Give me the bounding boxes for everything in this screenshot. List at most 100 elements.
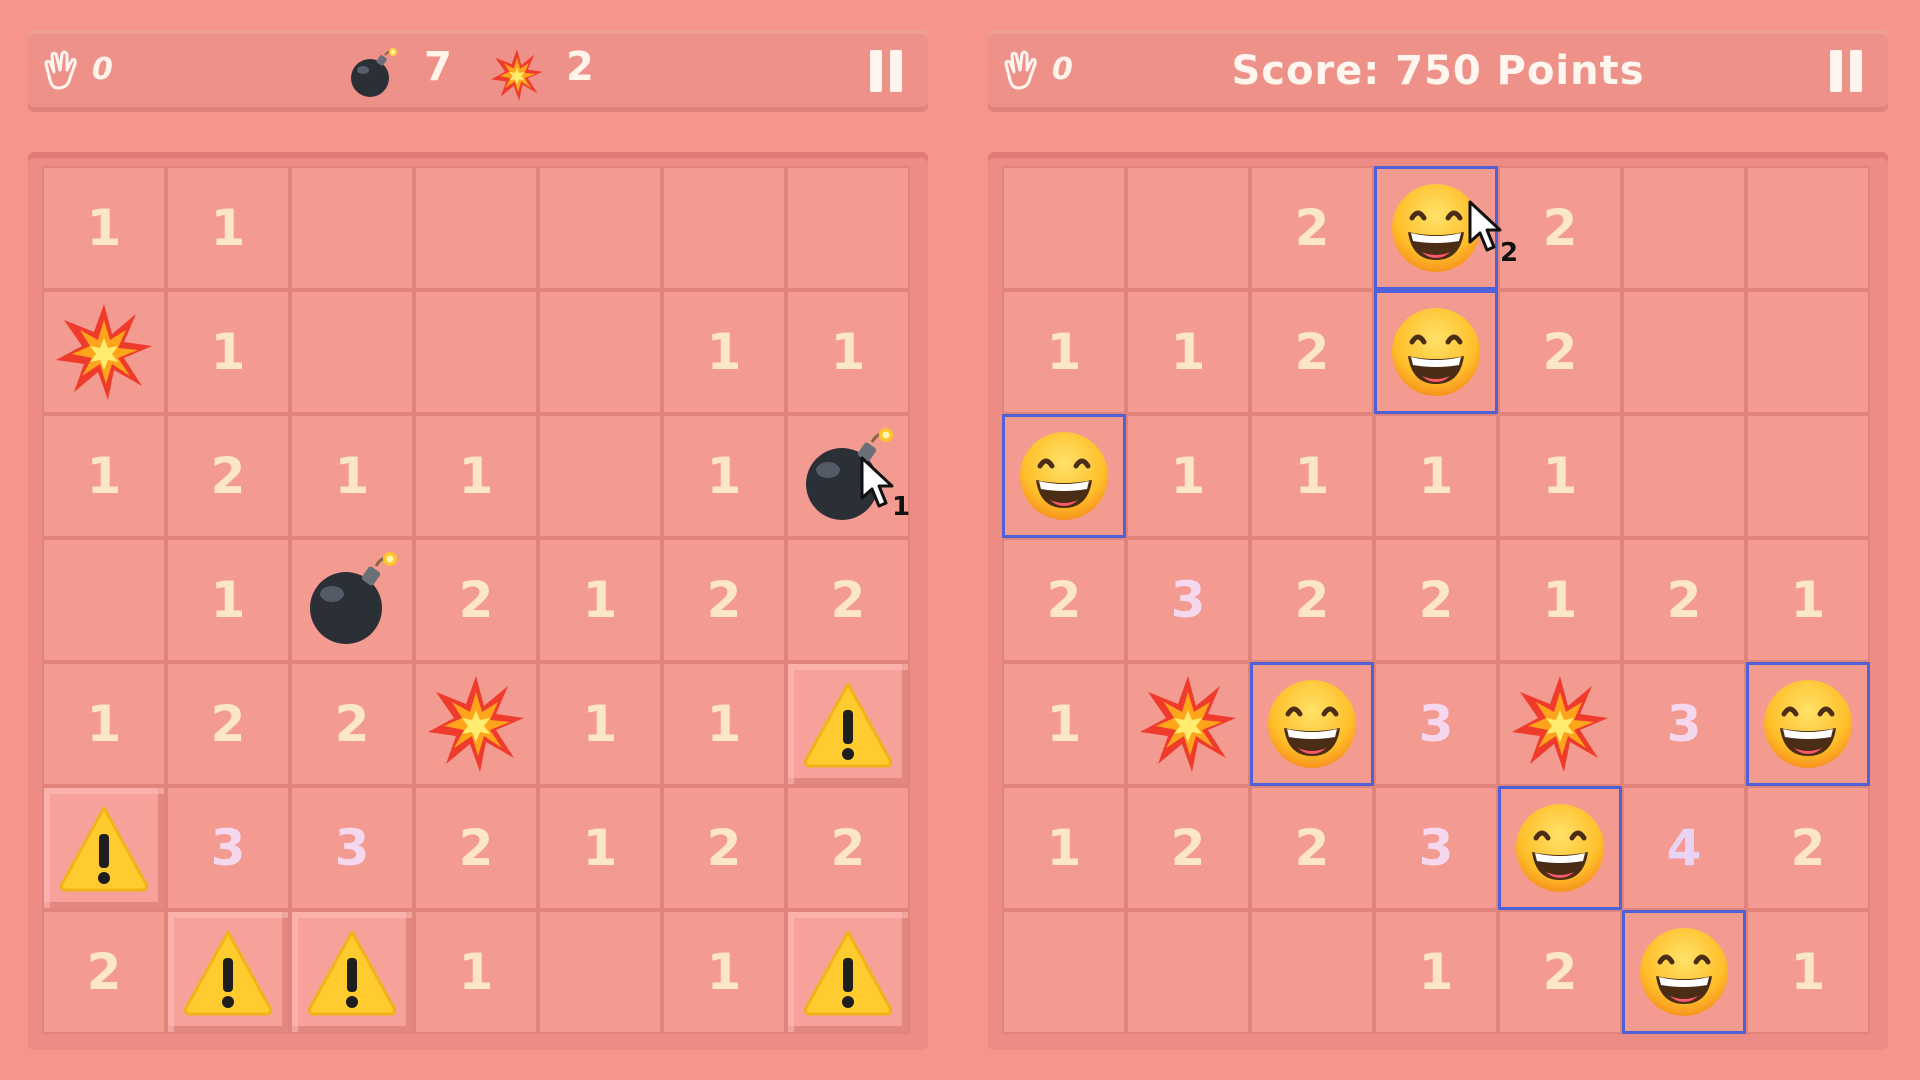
- cell-number[interactable]: 1: [1746, 538, 1870, 662]
- cell-number[interactable]: 1: [166, 538, 290, 662]
- cell-number[interactable]: 1: [786, 290, 910, 414]
- cell-number[interactable]: 1: [538, 662, 662, 786]
- cell-number[interactable]: 2: [414, 786, 538, 910]
- cell-warn[interactable]: [786, 662, 910, 786]
- cell-number[interactable]: 2: [1374, 538, 1498, 662]
- cell-warn[interactable]: [290, 910, 414, 1034]
- cell-number[interactable]: 2: [1002, 538, 1126, 662]
- cell-empty[interactable]: [538, 414, 662, 538]
- cell-number[interactable]: 1: [538, 786, 662, 910]
- cell-number[interactable]: 2: [1250, 290, 1374, 414]
- cell-number[interactable]: 2: [1498, 910, 1622, 1034]
- cell-smile[interactable]: [1250, 662, 1374, 786]
- cell-number[interactable]: 4: [1622, 786, 1746, 910]
- cell-empty[interactable]: [1126, 166, 1250, 290]
- pause-button[interactable]: [860, 46, 910, 96]
- cell-number[interactable]: 2: [1498, 290, 1622, 414]
- pause-button[interactable]: [1820, 46, 1870, 96]
- cell-warn[interactable]: [166, 910, 290, 1034]
- cell-number[interactable]: 1: [42, 414, 166, 538]
- cell-number[interactable]: 2: [414, 538, 538, 662]
- cell-number-label: 2: [1294, 323, 1330, 381]
- cell-number[interactable]: 3: [1126, 538, 1250, 662]
- cell-number[interactable]: 3: [290, 786, 414, 910]
- cell-number[interactable]: 3: [166, 786, 290, 910]
- cell-number[interactable]: 1: [1126, 290, 1250, 414]
- cell-number[interactable]: 2: [42, 910, 166, 1034]
- cell-number[interactable]: 1: [662, 910, 786, 1034]
- cell-number[interactable]: 1: [414, 414, 538, 538]
- cell-number[interactable]: 2: [290, 662, 414, 786]
- cell-number[interactable]: 2: [786, 786, 910, 910]
- cell-number[interactable]: 2: [166, 414, 290, 538]
- cell-number[interactable]: 3: [1374, 662, 1498, 786]
- cell-empty[interactable]: [42, 538, 166, 662]
- cell-bomb[interactable]: [290, 538, 414, 662]
- cell-number[interactable]: 1: [1002, 786, 1126, 910]
- cell-warn[interactable]: [786, 910, 910, 1034]
- cell-number[interactable]: 1: [166, 290, 290, 414]
- cell-empty[interactable]: [1002, 166, 1126, 290]
- cell-empty[interactable]: [538, 166, 662, 290]
- cell-number[interactable]: 1: [1002, 662, 1126, 786]
- cell-smile[interactable]: [1374, 290, 1498, 414]
- cell-empty[interactable]: [1622, 414, 1746, 538]
- cell-number[interactable]: 1: [662, 290, 786, 414]
- cell-empty[interactable]: [538, 290, 662, 414]
- cell-number[interactable]: 2: [662, 786, 786, 910]
- cell-number[interactable]: 2: [1622, 538, 1746, 662]
- cell-number[interactable]: 2: [786, 538, 910, 662]
- cell-empty[interactable]: [290, 166, 414, 290]
- cell-blast[interactable]: [1126, 662, 1250, 786]
- cell-smile[interactable]: [1002, 414, 1126, 538]
- cell-number[interactable]: 2: [1498, 166, 1622, 290]
- cell-number[interactable]: 1: [414, 910, 538, 1034]
- cell-number[interactable]: 3: [1622, 662, 1746, 786]
- cell-empty[interactable]: [1126, 910, 1250, 1034]
- cell-empty[interactable]: [414, 166, 538, 290]
- cell-number[interactable]: 1: [290, 414, 414, 538]
- cell-number[interactable]: 1: [42, 662, 166, 786]
- cell-empty[interactable]: [1746, 166, 1870, 290]
- cell-number-label: 1: [582, 695, 618, 753]
- cell-blast[interactable]: [42, 290, 166, 414]
- cell-number[interactable]: 1: [166, 166, 290, 290]
- cell-number[interactable]: 1: [662, 662, 786, 786]
- cell-number[interactable]: 1: [538, 538, 662, 662]
- cell-number[interactable]: 2: [1250, 538, 1374, 662]
- cell-number[interactable]: 1: [42, 166, 166, 290]
- cell-smile[interactable]: [1746, 662, 1870, 786]
- cell-number[interactable]: 1: [1746, 910, 1870, 1034]
- cell-empty[interactable]: [1002, 910, 1126, 1034]
- cell-number[interactable]: 1: [1498, 538, 1622, 662]
- cell-empty[interactable]: [1622, 166, 1746, 290]
- cell-number[interactable]: 2: [1250, 786, 1374, 910]
- cell-empty[interactable]: [1622, 290, 1746, 414]
- cell-smile[interactable]: [1622, 910, 1746, 1034]
- cell-number[interactable]: 2: [1746, 786, 1870, 910]
- cell-number[interactable]: 1: [1498, 414, 1622, 538]
- cell-number[interactable]: 1: [1374, 414, 1498, 538]
- cell-number[interactable]: 1: [1250, 414, 1374, 538]
- cell-number[interactable]: 2: [166, 662, 290, 786]
- cell-empty[interactable]: [662, 166, 786, 290]
- cell-empty[interactable]: [1250, 910, 1374, 1034]
- cell-number[interactable]: 1: [662, 414, 786, 538]
- cell-number[interactable]: 1: [1374, 910, 1498, 1034]
- cell-number[interactable]: 2: [662, 538, 786, 662]
- cell-empty[interactable]: [1746, 290, 1870, 414]
- cell-blast[interactable]: [414, 662, 538, 786]
- cell-empty[interactable]: [538, 910, 662, 1034]
- cell-empty[interactable]: [1746, 414, 1870, 538]
- cell-number[interactable]: 3: [1374, 786, 1498, 910]
- cell-smile[interactable]: [1498, 786, 1622, 910]
- cell-empty[interactable]: [786, 166, 910, 290]
- cell-number[interactable]: 1: [1002, 290, 1126, 414]
- cell-warn[interactable]: [42, 786, 166, 910]
- cell-empty[interactable]: [414, 290, 538, 414]
- cell-number[interactable]: 2: [1126, 786, 1250, 910]
- cell-number[interactable]: 2: [1250, 166, 1374, 290]
- cell-empty[interactable]: [290, 290, 414, 414]
- cell-blast[interactable]: [1498, 662, 1622, 786]
- cell-number[interactable]: 1: [1126, 414, 1250, 538]
